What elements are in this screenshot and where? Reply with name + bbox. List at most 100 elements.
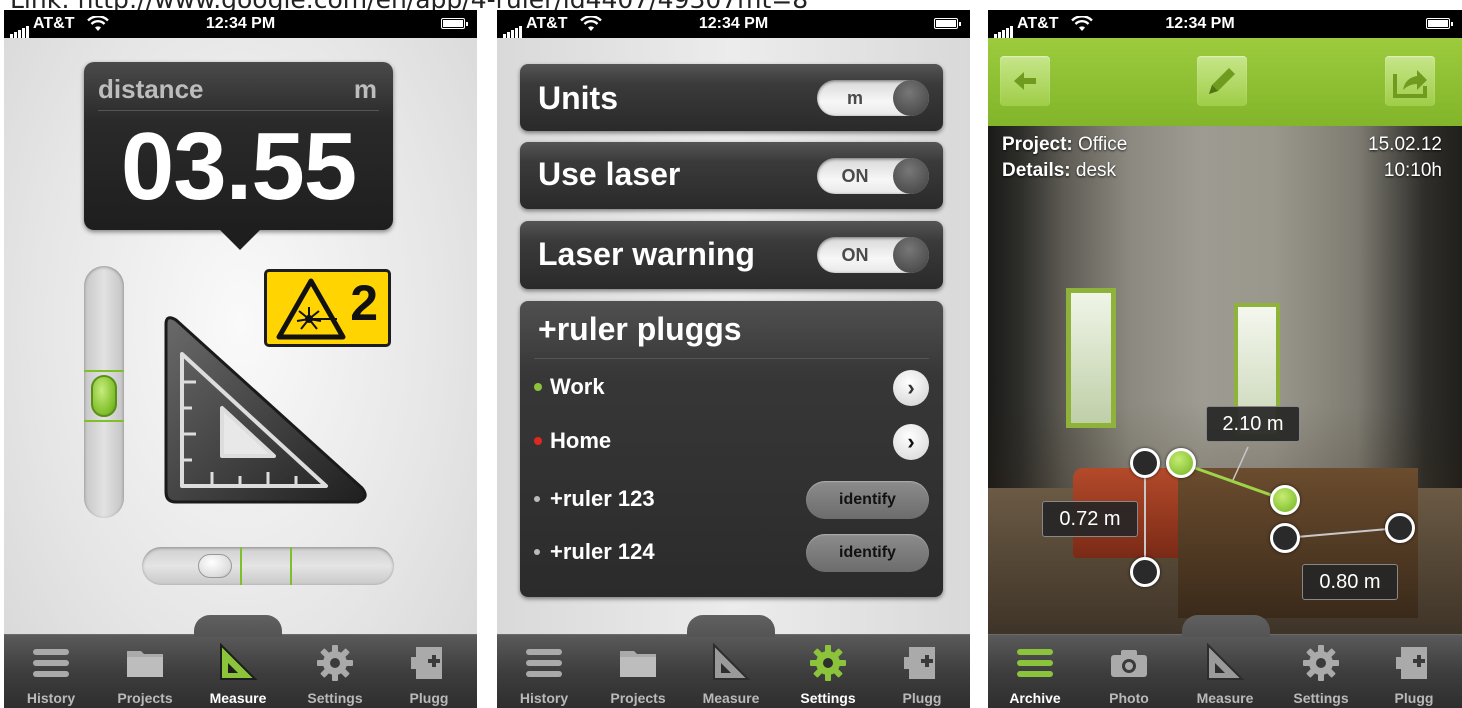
plugg-plus-icon — [411, 647, 442, 679]
use-laser-toggle[interactable]: ON — [817, 158, 929, 194]
distance-unit: m — [353, 74, 377, 104]
setting-label: Use laser — [538, 156, 681, 192]
tab-plugg[interactable]: Plugg — [875, 635, 969, 708]
disclosure-chevron-icon[interactable]: › — [893, 424, 929, 460]
photo-screen: AT&T 12:34 PM Project: Office Details: d… — [988, 10, 1462, 708]
tab-photo[interactable]: Photo — [1082, 635, 1176, 708]
set-square-icon — [164, 316, 367, 504]
setting-label: Laser warning — [538, 236, 755, 272]
tab-measure[interactable]: Measure — [684, 635, 778, 708]
measure-point[interactable] — [1270, 485, 1300, 515]
status-time: 12:34 PM — [698, 15, 769, 32]
disclosure-chevron-icon[interactable]: › — [893, 370, 929, 406]
toggle-text: ON — [841, 245, 869, 265]
plugg-name: Work — [550, 374, 605, 399]
divider — [98, 110, 379, 111]
battery-icon — [934, 18, 961, 29]
tab-bar: Archive Photo Measure Settings Plugg — [988, 615, 1462, 708]
tab-label: Plugg — [409, 690, 449, 706]
tab-plugg[interactable]: Plugg — [1367, 635, 1461, 708]
plugg-name: +ruler 124 — [550, 539, 655, 564]
distance-display: distance m 03.55 — [84, 62, 393, 250]
tab-indicator — [687, 615, 775, 637]
measurement-lines — [1144, 446, 1401, 572]
measure-point[interactable] — [1385, 513, 1415, 543]
tab-settings[interactable]: Settings — [781, 635, 875, 708]
tab-history[interactable]: History — [497, 635, 591, 708]
level-mark — [84, 370, 124, 372]
measure-point[interactable] — [1166, 448, 1196, 478]
tab-label: History — [519, 690, 569, 706]
status-bar: AT&T 12:34 PM — [4, 10, 477, 38]
plugg-plus-icon — [904, 647, 935, 679]
vertical-spirit-level — [84, 266, 124, 518]
tab-label: Archive — [1009, 690, 1061, 706]
measurement-label[interactable]: 2.10 m — [1206, 406, 1300, 442]
level-mark — [290, 547, 292, 585]
folder-icon — [127, 651, 163, 677]
tab-bar: History Projects Measure Settings Plugg — [497, 615, 970, 708]
distance-label: distance — [98, 74, 204, 104]
pluggs-panel: +ruler pluggs Work › Home › +ruler 123 i… — [520, 301, 943, 597]
gear-icon — [317, 645, 353, 681]
tab-label: Plugg — [1394, 690, 1434, 706]
status-dot — [534, 496, 540, 502]
units-toggle[interactable]: m — [817, 80, 929, 116]
plugg-plus-icon — [1396, 647, 1427, 679]
toggle-knob — [893, 158, 929, 194]
status-time: 12:34 PM — [205, 15, 276, 32]
tab-label: Projects — [117, 690, 173, 706]
level-bubble — [91, 375, 117, 417]
measure-point[interactable] — [1130, 448, 1160, 478]
tab-projects[interactable]: Projects — [98, 635, 192, 708]
status-dot — [534, 383, 542, 391]
identify-button[interactable]: identify — [806, 481, 929, 519]
tab-indicator — [194, 615, 282, 637]
laser-warning-toggle[interactable]: ON — [817, 237, 929, 273]
toggle-knob — [893, 237, 929, 273]
status-dot — [534, 549, 540, 555]
ruler-triangle-icon — [713, 643, 751, 680]
toggle-text: ON — [841, 166, 869, 186]
divider — [534, 358, 929, 359]
horizontal-spirit-level — [142, 547, 394, 585]
tab-settings[interactable]: Settings — [1274, 635, 1368, 708]
plugg-item-work[interactable]: Work › — [534, 363, 929, 413]
plugg-item-ruler-123: +ruler 123 identify — [534, 475, 929, 525]
measurement-label[interactable]: 0.80 m — [1302, 564, 1398, 600]
tab-settings[interactable]: Settings — [288, 635, 382, 708]
measurement-label[interactable]: 0.72 m — [1042, 501, 1138, 537]
tab-label: Photo — [1109, 690, 1149, 706]
measure-point[interactable] — [1270, 523, 1300, 553]
tab-label: Plugg — [902, 690, 942, 706]
tab-archive[interactable]: Archive — [988, 635, 1082, 708]
identify-button[interactable]: identify — [806, 534, 929, 572]
tab-history[interactable]: History — [4, 635, 98, 708]
setting-use-laser: Use laser ON — [520, 142, 943, 209]
list-icon — [1017, 649, 1053, 677]
folder-icon — [620, 651, 656, 677]
setting-laser-warning: Laser warning ON — [520, 221, 943, 289]
tab-measure[interactable]: Measure — [191, 635, 285, 708]
camera-icon — [1111, 650, 1147, 677]
ruler-triangle-icon — [220, 643, 258, 680]
status-dot — [534, 437, 542, 445]
list-icon — [33, 649, 69, 677]
tab-label: History — [26, 690, 76, 706]
tab-plugg[interactable]: Plugg — [382, 635, 476, 708]
tab-projects[interactable]: Projects — [591, 635, 685, 708]
setting-label: Units — [538, 80, 618, 116]
plugg-item-home[interactable]: Home › — [534, 417, 929, 467]
measure-point[interactable] — [1130, 557, 1160, 587]
distance-value: 03.55 — [120, 113, 357, 220]
tab-bar: History Projects Measure Settings Plugg — [4, 615, 477, 708]
toggle-text: m — [846, 88, 863, 108]
level-mark — [84, 420, 124, 422]
level-mark — [240, 547, 242, 585]
tab-measure[interactable]: Measure — [1178, 635, 1272, 708]
pluggs-title: +ruler pluggs — [538, 311, 742, 347]
list-icon — [526, 649, 562, 677]
tab-label: Measure — [702, 690, 760, 706]
level-bubble — [198, 554, 232, 578]
gear-icon — [1303, 645, 1339, 681]
